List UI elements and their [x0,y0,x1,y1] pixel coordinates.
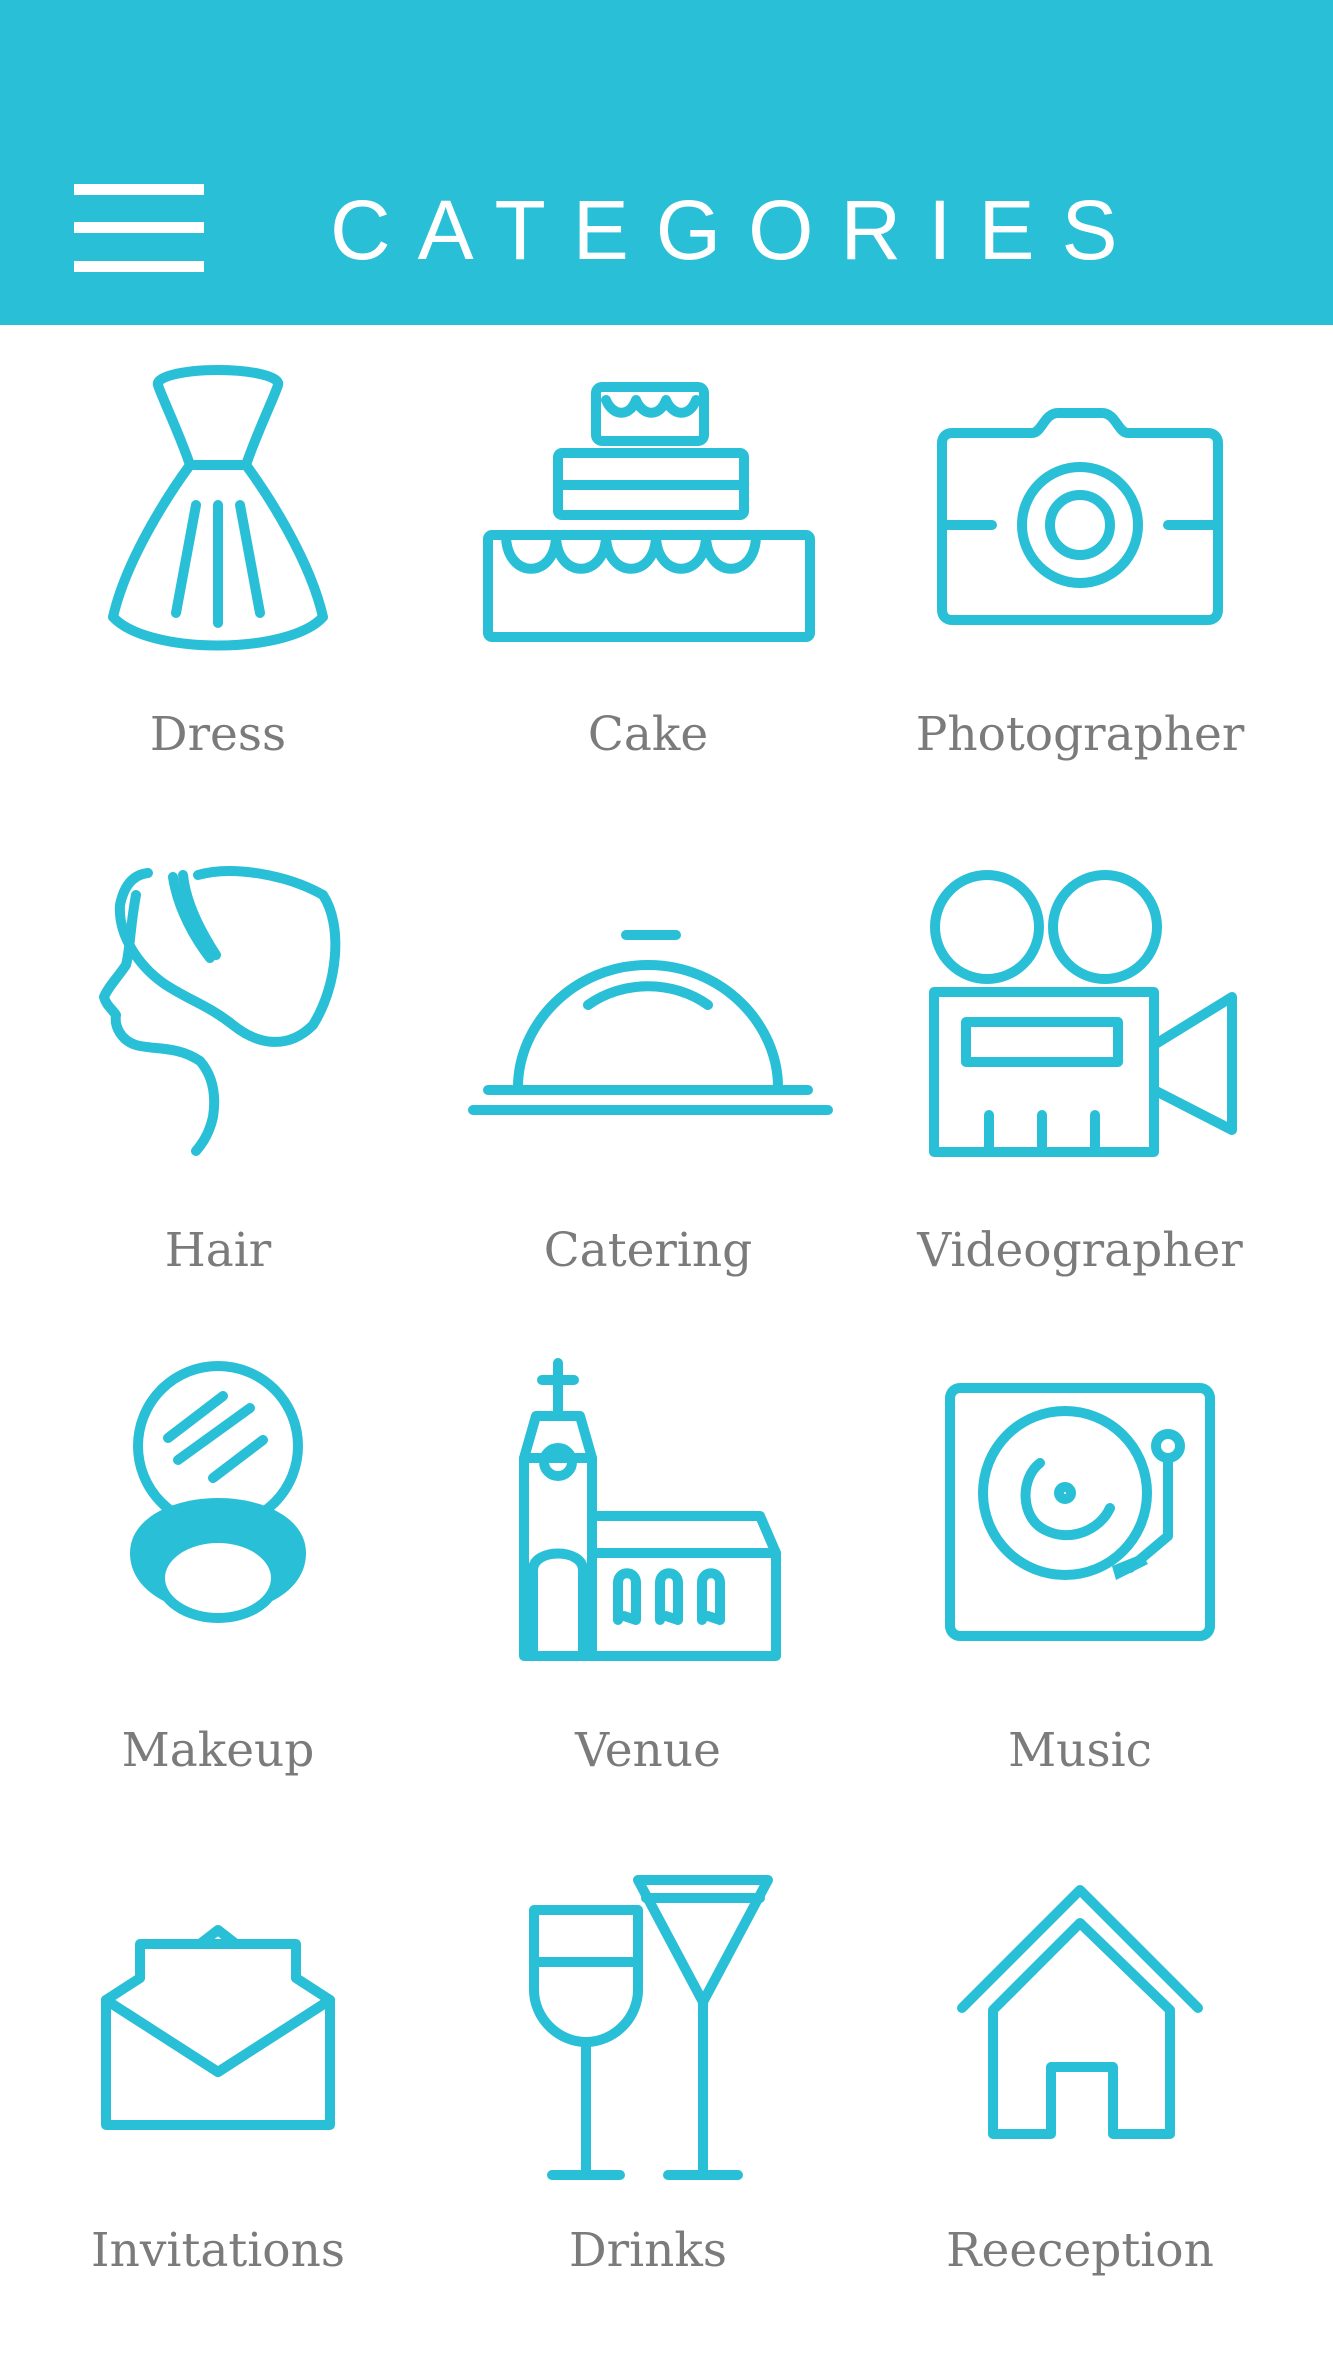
turntable-icon [945,1383,1215,1641]
cloche-icon [468,930,833,1115]
house-icon [957,1885,1203,2139]
category-cake[interactable]: Cake [448,345,848,825]
category-label: Hair [164,1223,272,1278]
page-title: CATEGORIES [330,183,1145,277]
glasses-icon [529,1875,773,2180]
category-makeup[interactable]: Makeup [18,1358,418,1838]
category-catering[interactable]: Catering [448,855,848,1335]
camera-icon [937,408,1223,625]
category-label: Makeup [121,1723,315,1778]
video-camera-icon [929,870,1237,1157]
hair-icon [99,866,341,1156]
category-label: Photographer [915,707,1245,762]
compact-mirror-icon [130,1361,306,1623]
app-header: CATEGORIES [0,0,1333,325]
category-hair[interactable]: Hair [18,855,418,1335]
category-venue[interactable]: Venue [448,1358,848,1838]
category-drinks[interactable]: Drinks [448,1860,848,2340]
category-invitations[interactable]: Invitations [18,1860,418,2340]
category-label: Reeception [946,2223,1214,2278]
category-label: Venue [575,1723,721,1778]
category-label: Dress [149,707,287,762]
category-label: Catering [543,1223,753,1278]
category-music[interactable]: Music [880,1358,1280,1838]
category-reception[interactable]: Reeception [880,1860,1280,2340]
cake-icon [483,382,815,642]
category-label: Videographer [917,1223,1243,1278]
category-photographer[interactable]: Photographer [880,345,1280,825]
church-icon [519,1358,781,1661]
category-label: Invitations [91,2223,345,2278]
dress-icon [108,365,328,651]
category-dress[interactable]: Dress [18,345,418,825]
category-label: Music [1008,1723,1152,1778]
category-videographer[interactable]: Videographer [880,855,1280,1335]
hamburger-menu-icon[interactable] [74,184,204,272]
category-label: Drinks [568,2223,728,2278]
envelope-icon [101,1925,335,2130]
category-label: Cake [587,707,709,762]
